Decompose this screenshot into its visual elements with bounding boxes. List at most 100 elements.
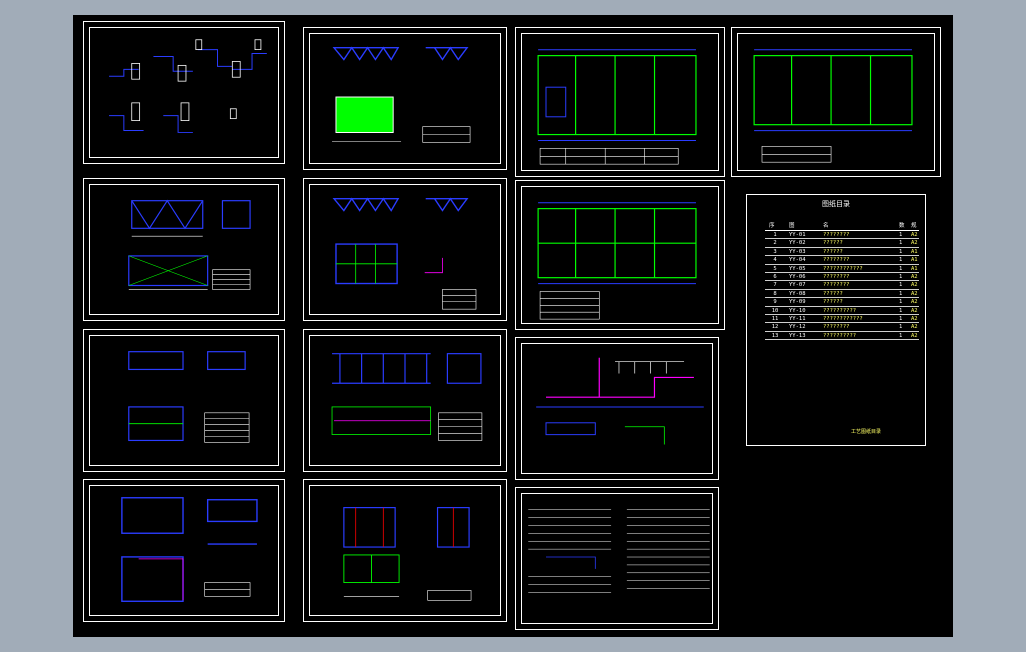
header-size: 规 xyxy=(911,223,917,229)
drawing-sheet-9[interactable] xyxy=(515,27,725,177)
sheet-8-graphics xyxy=(343,507,472,601)
sheet-6-graphics xyxy=(332,197,477,310)
index-cell-name: ?????????? xyxy=(823,332,857,339)
index-cell-name: ?????? xyxy=(823,240,843,247)
index-cell-no: 2 xyxy=(773,240,777,247)
index-cell-no: 11 xyxy=(771,316,779,322)
sheet-3-graphics xyxy=(128,351,250,443)
index-cell-qty: 1 xyxy=(899,332,903,339)
index-cell-qty: 1 xyxy=(899,282,903,289)
sheet-13-graphics xyxy=(528,509,710,593)
index-cell-qty: 1 xyxy=(899,299,903,306)
sheet-12-graphics xyxy=(536,357,704,445)
index-row: 3 YY-03?????? 1 A1 xyxy=(765,248,919,257)
index-cell-size: A2 xyxy=(911,290,918,297)
index-row: 9 YY-09?????? 1 A2 xyxy=(765,298,919,307)
index-row: 7 YY-07???????? 1 A2 xyxy=(765,281,919,290)
index-cell-name: ???????? xyxy=(823,232,850,238)
index-row: 12 YY-12???????? 1 A2 xyxy=(765,323,919,332)
index-header-row: 序 图 名 数 规 xyxy=(765,222,919,231)
index-cell-size: A2 xyxy=(911,299,918,306)
index-row: 11 YY-11???????????? 1 A2 xyxy=(765,315,919,324)
cad-model-canvas[interactable]: 图纸目录 序 图 名 数 规 1 YY-01???????? 1 A2 2 YY-02??… xyxy=(73,15,953,637)
drawing-sheet-13[interactable] xyxy=(515,487,719,630)
index-cell-no: 1 xyxy=(773,232,777,238)
index-cell-no: 7 xyxy=(773,282,777,289)
drawing-sheet-3[interactable] xyxy=(83,329,285,472)
header-qty: 数 xyxy=(899,223,905,229)
index-row: 6 YY-06???????? 1 A2 xyxy=(765,273,919,282)
index-cell-qty: 1 xyxy=(899,265,903,272)
index-cell-name: ?????? xyxy=(823,290,843,297)
drawing-sheet-7[interactable] xyxy=(303,329,507,472)
sheet-2-graphics xyxy=(128,199,251,290)
index-cell-qty: 1 xyxy=(899,240,903,247)
index-row: 8 YY-08?????? 1 A2 xyxy=(765,290,919,299)
drawing-sheet-8[interactable] xyxy=(303,479,507,622)
index-cell-size: A2 xyxy=(911,282,918,289)
index-cell-size: A2 xyxy=(911,274,918,280)
drawing-index-table[interactable]: 图纸目录 序 图 名 数 规 1 YY-01???????? 1 A2 2 YY-02??… xyxy=(746,194,926,446)
index-cell-qty: 1 xyxy=(899,324,903,331)
index-cell-name: ???????? xyxy=(823,324,850,331)
index-cell-size: A2 xyxy=(911,240,918,247)
index-cell-size: A2 xyxy=(911,307,918,314)
index-cell-qty: 1 xyxy=(899,232,903,238)
index-cell-code: YY-06 xyxy=(789,274,806,280)
drawing-sheet-1[interactable] xyxy=(83,21,285,164)
index-cell-code: YY-13 xyxy=(789,332,806,339)
index-cell-name: ???????????? xyxy=(823,265,863,272)
index-row: 5 YY-05???????????? 1 A1 xyxy=(765,265,919,273)
index-row: 10 YY-10?????????? 1 A2 xyxy=(765,307,919,315)
index-cell-size: A1 xyxy=(911,248,918,255)
sheet-4-graphics xyxy=(121,497,258,602)
drawing-sheet-4[interactable] xyxy=(83,479,285,622)
index-row: 1 YY-01???????? 1 A2 xyxy=(765,231,919,240)
index-cell-code: YY-09 xyxy=(789,299,806,306)
index-row: 13 YY-13?????????? 1 A2 xyxy=(765,332,919,341)
index-cell-qty: 1 xyxy=(899,248,903,255)
drawing-sheet-11[interactable] xyxy=(515,180,725,330)
drawing-sheet-12[interactable] xyxy=(515,337,719,480)
sheet-9-graphics xyxy=(537,49,697,165)
header-no: 序 xyxy=(769,223,775,229)
index-cell-qty: 1 xyxy=(899,274,903,280)
index-cell-no: 13 xyxy=(771,332,779,339)
index-cell-code: YY-01 xyxy=(789,232,806,238)
index-cell-no: 9 xyxy=(773,299,777,306)
index-cell-code: YY-07 xyxy=(789,282,806,289)
drawing-sheet-6[interactable] xyxy=(303,178,507,321)
index-cell-name: ???????? xyxy=(823,257,850,264)
index-cell-no: 5 xyxy=(773,265,777,272)
index-cell-no: 10 xyxy=(771,307,779,314)
sheet-1-graphics xyxy=(109,39,267,133)
header-code: 图 xyxy=(789,223,795,229)
drawing-sheet-10[interactable] xyxy=(731,27,941,177)
index-cell-no: 12 xyxy=(771,324,779,331)
index-cell-qty: 1 xyxy=(899,307,903,314)
index-cell-qty: 1 xyxy=(899,290,903,297)
sheet-11-graphics xyxy=(537,202,697,320)
index-cell-size: A2 xyxy=(911,316,918,322)
index-cell-name: ???????? xyxy=(823,282,850,289)
index-cell-code: YY-05 xyxy=(789,265,806,272)
drawing-sheet-2[interactable] xyxy=(83,178,285,321)
index-row: 4 YY-04???????? 1 A1 xyxy=(765,256,919,265)
sheet-7-graphics xyxy=(331,353,483,441)
index-cell-no: 4 xyxy=(773,257,777,264)
index-cell-code: YY-08 xyxy=(789,290,806,297)
index-cell-name: ?????? xyxy=(823,248,843,255)
index-title: 图纸目录 xyxy=(822,200,850,208)
index-cell-name: ???????? xyxy=(823,274,850,280)
index-cell-code: YY-12 xyxy=(789,324,806,331)
sheet-5-graphics xyxy=(332,46,471,143)
index-cell-size: A1 xyxy=(911,265,918,272)
index-cell-code: YY-04 xyxy=(789,257,806,264)
drawing-sheet-5[interactable] xyxy=(303,27,507,170)
index-cell-code: YY-02 xyxy=(789,240,806,247)
index-cell-no: 6 xyxy=(773,274,777,280)
titleblock-label: 工艺图纸目录 xyxy=(851,429,882,435)
index-cell-name: ?????????? xyxy=(823,307,857,314)
index-cell-no: 8 xyxy=(773,290,777,297)
index-cell-size: A2 xyxy=(911,332,918,339)
